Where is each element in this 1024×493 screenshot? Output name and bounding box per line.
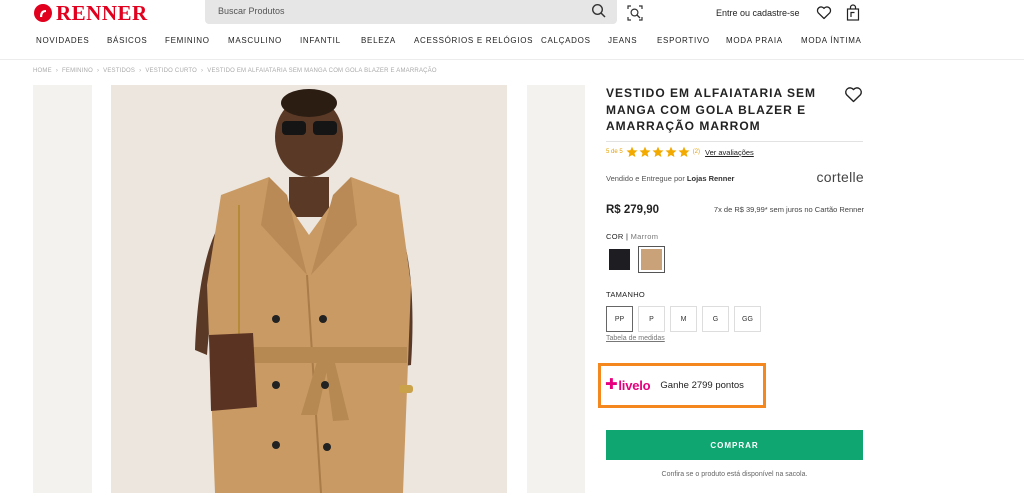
livelo-points-banner: ✚ livelo Ganhe 2799 pontos bbox=[598, 363, 766, 408]
breadcrumb-item-vestidos[interactable]: VESTIDOS bbox=[103, 68, 135, 74]
color-swatches bbox=[606, 246, 665, 273]
size-option-g[interactable]: G bbox=[702, 306, 729, 332]
breadcrumb: HOME › FEMININO › VESTIDOS › VESTIDO CURTO › VES… bbox=[33, 68, 437, 74]
nav-item-infantil[interactable]: INFANTIL bbox=[300, 36, 361, 45]
color-swatch-preto[interactable] bbox=[606, 246, 633, 273]
seller-name: Lojas Renner bbox=[686, 174, 735, 183]
nav-item-masculino[interactable]: MASCULINO bbox=[228, 36, 300, 45]
renner-logo-text: RENNER bbox=[56, 0, 148, 25]
nav-item-calcados[interactable]: CALÇADOS bbox=[541, 36, 608, 45]
star-icon bbox=[652, 146, 664, 157]
rating-score: 5 de 5 bbox=[606, 149, 623, 155]
color-selected-value: Marrom bbox=[630, 232, 659, 241]
nav-item-novidades[interactable]: NOVIDADES bbox=[36, 36, 107, 45]
seller-info: Vendido e Entregue por Lojas Renner bbox=[606, 174, 734, 183]
gallery-thumbnail-previous[interactable] bbox=[33, 85, 92, 493]
color-label: COR | Marrom bbox=[606, 232, 659, 241]
nav-item-beleza[interactable]: BELEZA bbox=[361, 36, 414, 45]
star-icon bbox=[626, 146, 638, 157]
product-rating: 5 de 5 (2) Ver avaliações bbox=[606, 146, 754, 158]
color-swatch-marrom[interactable] bbox=[638, 246, 665, 273]
star-icon bbox=[639, 146, 651, 157]
livelo-logo: ✚ livelo bbox=[605, 376, 651, 393]
gallery-thumbnail-next[interactable] bbox=[527, 85, 585, 493]
installments-info: 7x de R$ 39,99* sem juros no Cartão Renn… bbox=[713, 205, 864, 214]
color-label-text: COR bbox=[606, 232, 624, 241]
nav-item-acessorios[interactable]: ACESSÓRIOS E RELÓGIOS bbox=[414, 36, 541, 45]
product-info-panel: VESTIDO EM ALFAIATARIA SEM MANGA COM GOL… bbox=[598, 0, 864, 493]
size-option-gg[interactable]: GG bbox=[734, 306, 761, 332]
bag-availability-note: Confira se o produto está disponível na … bbox=[661, 471, 808, 478]
search-bar bbox=[205, 0, 617, 24]
size-options: PP P M G GG bbox=[606, 306, 761, 332]
size-table-link[interactable]: Tabela de medidas bbox=[606, 335, 665, 342]
nav-item-feminino[interactable]: FEMININO bbox=[165, 36, 228, 45]
livelo-logo-text: livelo bbox=[618, 378, 651, 393]
product-title: VESTIDO EM ALFAIATARIA SEM MANGA COM GOL… bbox=[606, 86, 817, 133]
favorite-heart-icon[interactable] bbox=[844, 86, 863, 103]
renner-logo-mark-icon bbox=[34, 4, 52, 22]
breadcrumb-item-home[interactable]: HOME bbox=[33, 68, 52, 74]
brand-logo[interactable]: cortelle bbox=[816, 169, 864, 185]
rating-stars bbox=[626, 146, 690, 158]
reviews-link[interactable]: Ver avaliações bbox=[705, 148, 754, 157]
product-main-image[interactable] bbox=[111, 85, 507, 493]
livelo-plus-icon: ✚ bbox=[605, 376, 618, 393]
renner-logo[interactable]: RENNER bbox=[34, 0, 148, 25]
rating-count: (2) bbox=[692, 149, 701, 155]
size-option-m[interactable]: M bbox=[670, 306, 697, 332]
size-option-p[interactable]: P bbox=[638, 306, 665, 332]
size-label: TAMANHO bbox=[606, 290, 646, 299]
size-option-pp[interactable]: PP bbox=[606, 306, 633, 332]
site-header: RENNER Entre ou cadastre-se NOVIDADES BÁ… bbox=[0, 0, 1024, 60]
title-divider bbox=[606, 141, 863, 142]
breadcrumb-item-feminino[interactable]: FEMININO bbox=[62, 68, 93, 74]
search-input[interactable] bbox=[218, 6, 578, 16]
nav-item-basicos[interactable]: BÁSICOS bbox=[107, 36, 165, 45]
product-price: R$ 279,90 bbox=[606, 204, 660, 216]
livelo-points-text: Ganhe 2799 pontos bbox=[660, 380, 744, 391]
product-photo-illustration bbox=[111, 85, 507, 493]
star-icon bbox=[678, 146, 690, 157]
seller-prefix: Vendido e Entregue por bbox=[606, 174, 685, 183]
buy-button[interactable]: COMPRAR bbox=[606, 430, 863, 460]
star-icon bbox=[665, 146, 677, 157]
search-icon[interactable] bbox=[591, 3, 607, 19]
breadcrumb-current: VESTIDO EM ALFAIATARIA SEM MANGA COM GOL… bbox=[207, 68, 437, 74]
breadcrumb-item-vestido-curto[interactable]: VESTIDO CURTO bbox=[145, 68, 197, 74]
